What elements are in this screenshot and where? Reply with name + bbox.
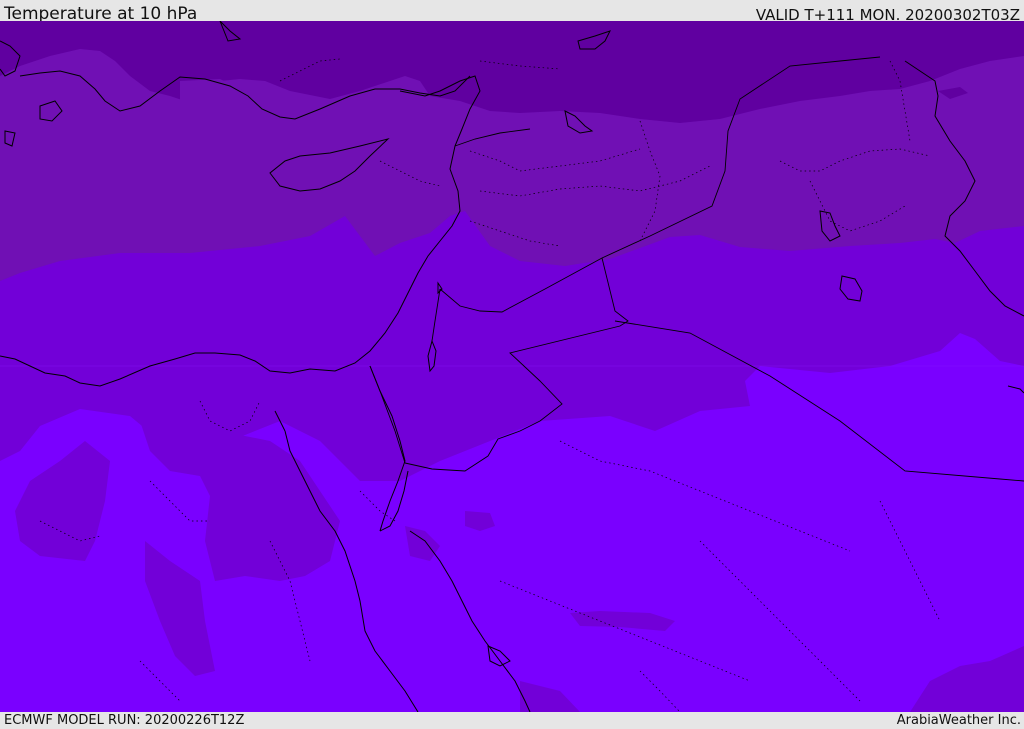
- header-bar: Temperature at 10 hPa VALID T+111 MON. 2…: [0, 0, 1024, 24]
- temperature-map: [0, 21, 1024, 712]
- map-canvas: [0, 21, 1024, 712]
- brand-credit: ArabiaWeather Inc.: [896, 713, 1021, 728]
- footer-bar: ECMWF MODEL RUN: 20200226T12Z ArabiaWeat…: [0, 712, 1024, 729]
- model-run: ECMWF MODEL RUN: 20200226T12Z: [4, 713, 245, 728]
